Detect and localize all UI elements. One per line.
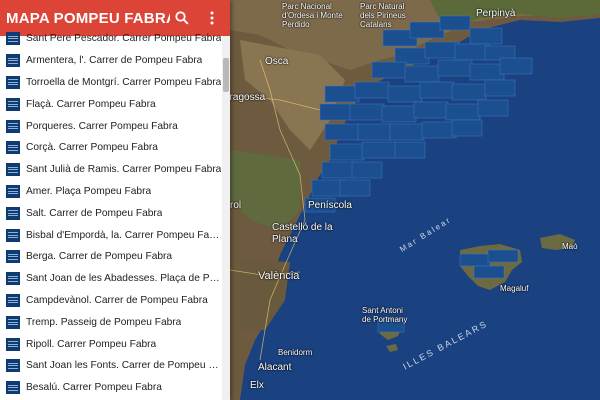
- placemark-icon: [6, 119, 20, 133]
- location-list: Sant Pere Pescador. Carrer Pompeu Fabra …: [0, 28, 222, 400]
- list-item[interactable]: Salt. Carrer de Pompeu Fabra: [0, 202, 222, 224]
- placemark-icon: [6, 228, 20, 242]
- more-options-button[interactable]: [200, 6, 224, 30]
- list-item-label: Corçà. Carrer Pompeu Fabra: [26, 142, 158, 154]
- list-item-label: Amer. Plaça Pompeu Fabra: [26, 185, 152, 197]
- label-teruel: rol: [230, 200, 242, 211]
- list-item[interactable]: Bisbal d'Empordà, la. Carrer Pompeu Fabr…: [0, 224, 222, 246]
- search-icon: [175, 11, 189, 25]
- placemark-icon: [6, 54, 20, 68]
- list-item[interactable]: Tremp. Passeig de Pompeu Fabra: [0, 311, 222, 333]
- scrollbar-thumb[interactable]: [223, 58, 229, 92]
- list-item[interactable]: Torroella de Montgrí. Carrer Pompeu Fabr…: [0, 72, 222, 94]
- placemark-icon: [6, 75, 20, 89]
- list-item-label: Flaçà. Carrer Pompeu Fabra: [26, 98, 156, 110]
- placemark-icon: [6, 381, 20, 395]
- list-item[interactable]: Sant Julià de Ramis. Carrer Pompeu Fabra: [0, 159, 222, 181]
- label-castello: Castelló de la Plana: [272, 222, 333, 245]
- list-item[interactable]: Porqueres. Carrer Pompeu Fabra: [0, 115, 222, 137]
- sidebar-panel: MAPA POMPEU FABRA Sant Pere Pescador. Ca…: [0, 0, 230, 400]
- label-sant-antoni: Sant Antoni de Portmany: [362, 306, 408, 324]
- list-item-label: Armentera, l'. Carrer de Pompeu Fabra: [26, 55, 203, 67]
- list-item[interactable]: Flaçà. Carrer Pompeu Fabra: [0, 93, 222, 115]
- placemark-icon: [6, 337, 20, 351]
- label-saragossa: aragossa: [224, 92, 266, 103]
- list-item-label: Salt. Carrer de Pompeu Fabra: [26, 207, 163, 219]
- label-elx: Elx: [250, 380, 264, 391]
- list-item[interactable]: Sant Joan les Fonts. Carrer de Pompeu Fa…: [0, 355, 222, 377]
- list-item-label: Ripoll. Carrer Pompeu Fabra: [26, 338, 157, 350]
- list-item-label: Campdevànol. Carrer de Pompeu Fabra: [26, 294, 208, 306]
- list-item[interactable]: Besalú. Carrer Pompeu Fabra: [0, 377, 222, 399]
- placemark-icon: [6, 97, 20, 111]
- list-item[interactable]: Corçà. Carrer Pompeu Fabra: [0, 137, 222, 159]
- list-item-label: Sant Joan de les Abadesses. Plaça de Pom…: [26, 273, 222, 285]
- list-item[interactable]: Campdevànol. Carrer de Pompeu Fabra: [0, 290, 222, 312]
- label-benidorm: Benidorm: [278, 348, 313, 357]
- placemark-icon: [6, 272, 20, 286]
- label-mao: Maó: [562, 242, 578, 251]
- list-item-label: Tremp. Passeig de Pompeu Fabra: [26, 316, 182, 328]
- label-valencia: València: [258, 270, 300, 282]
- list-item[interactable]: Ripoll. Carrer Pompeu Fabra: [0, 333, 222, 355]
- placemark-icon: [6, 32, 20, 46]
- label-osca: Osca: [265, 56, 289, 67]
- list-item[interactable]: Sant Joan de les Abadesses. Plaça de Pom…: [0, 268, 222, 290]
- list-item-label: Sant Julià de Ramis. Carrer Pompeu Fabra: [26, 164, 222, 176]
- placemark-icon: [6, 359, 20, 373]
- placemark-icon: [6, 184, 20, 198]
- label-natural-park: Parc Natural dels Pirineus Catalans: [360, 2, 406, 29]
- placemark-icon: [6, 206, 20, 220]
- list-item-label: Sant Joan les Fonts. Carrer de Pompeu Fa…: [26, 360, 222, 372]
- list-item-label: Berga. Carrer de Pompeu Fabra: [26, 251, 173, 263]
- more-vert-icon: [210, 11, 214, 25]
- placemark-icon: [6, 293, 20, 307]
- list-item-label: Torroella de Montgrí. Carrer Pompeu Fabr…: [26, 76, 222, 88]
- list-item[interactable]: Sant Pere Pescador. Carrer Pompeu Fabra: [0, 28, 222, 50]
- list-item-label: Sant Pere Pescador. Carrer Pompeu Fabra: [26, 33, 222, 45]
- list-item[interactable]: Berga. Carrer de Pompeu Fabra: [0, 246, 222, 268]
- placemark-icon: [6, 163, 20, 177]
- label-magaluf: Magaluf: [500, 284, 529, 293]
- list-scrollbar[interactable]: [222, 36, 230, 400]
- page-title: MAPA POMPEU FABRA: [6, 9, 170, 27]
- placemark-icon: [6, 315, 20, 329]
- label-peniscola: Peníscola: [308, 200, 352, 211]
- list-item-label: Porqueres. Carrer Pompeu Fabra: [26, 120, 178, 132]
- label-national-park: Parc Nacional d'Ordesa i Monte Perdido: [282, 2, 343, 29]
- label-perpinya: Perpinyà: [476, 8, 516, 19]
- list-item-label: Bisbal d'Empordà, la. Carrer Pompeu Fabr…: [26, 229, 222, 241]
- list-item[interactable]: Armentera, l'. Carrer de Pompeu Fabra: [0, 50, 222, 72]
- placemark-icon: [6, 250, 20, 264]
- list-item-label: Besalú. Carrer Pompeu Fabra: [26, 382, 162, 394]
- list-item[interactable]: Amer. Plaça Pompeu Fabra: [0, 181, 222, 203]
- label-alacant: Alacant: [258, 362, 292, 373]
- placemark-icon: [6, 141, 20, 155]
- search-button[interactable]: [170, 6, 194, 30]
